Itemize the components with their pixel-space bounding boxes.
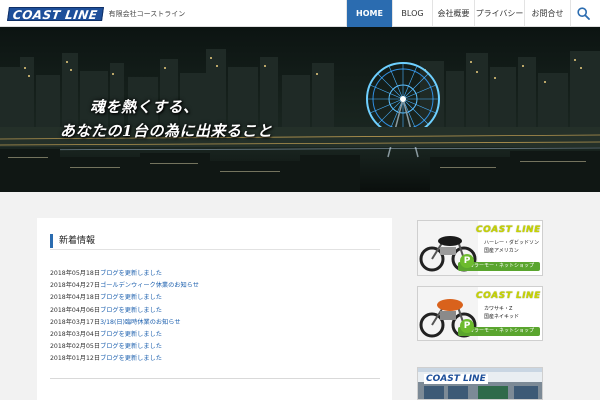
- news-date: 2018年03月04日: [50, 330, 101, 338]
- banner-title: COAST LINE: [476, 291, 541, 301]
- company-name: 有限会社コーストライン: [108, 9, 186, 18]
- site-logo[interactable]: COAST LINE 有限会社コーストライン: [7, 5, 186, 22]
- site-header: COAST LINE 有限会社コーストライン HOME BLOG 会社概要 プラ…: [0, 0, 600, 27]
- banner-title: COAST LINE: [476, 225, 541, 235]
- news-link[interactable]: ブログを更新しました: [100, 355, 162, 362]
- shop-photo-banner[interactable]: COAST LINE: [417, 367, 543, 400]
- logo-mark: COAST LINE: [7, 6, 104, 22]
- news-date: 2018年04月18日: [50, 294, 101, 302]
- shop-sign: COAST LINE: [424, 374, 488, 384]
- news-item: 2018年04月06日ブログを更新しました: [50, 305, 380, 317]
- section-divider: [50, 249, 380, 250]
- news-item: 2018年01月12日ブログを更新しました: [50, 353, 380, 365]
- nav-contact[interactable]: お問合せ: [524, 0, 570, 27]
- banner-subtitle: ハーレー・ダビッドソン: [484, 240, 540, 246]
- banner-subtitle: カワサキ・Z: [484, 306, 513, 312]
- news-date: 2018年03月17日: [50, 318, 101, 326]
- news-item: 2018年04月18日ブログを更新しました: [50, 292, 380, 304]
- nav-home[interactable]: HOME: [346, 0, 392, 27]
- hero-tagline-1: 魂を熱くする、: [90, 98, 199, 116]
- news-date: 2018年02月05日: [50, 343, 101, 351]
- hero-banner: 魂を熱くする、 あなたの1台の為に出来ること: [0, 27, 600, 192]
- news-link[interactable]: ブログを更新しました: [100, 307, 162, 314]
- section-divider: [50, 378, 380, 379]
- parking-icon: P: [460, 319, 474, 333]
- news-list: 2018年05月18日ブログを更新しました 2018年04月27日ゴールデンウィ…: [50, 268, 380, 366]
- search-icon: [577, 7, 590, 20]
- storefront-image: [418, 368, 542, 399]
- news-section: 新着情報 2018年05月18日ブログを更新しました 2018年04月27日ゴー…: [37, 218, 392, 400]
- news-link[interactable]: ブログを更新しました: [100, 294, 162, 301]
- news-link[interactable]: ブログを更新しました: [100, 331, 162, 338]
- news-section-title: 新着情報: [50, 234, 380, 248]
- nav-blog[interactable]: BLOG: [392, 0, 432, 27]
- news-item: 2018年03月04日ブログを更新しました: [50, 329, 380, 341]
- news-date: 2018年04月06日: [50, 306, 101, 314]
- news-date: 2018年05月18日: [50, 270, 101, 277]
- main-nav: HOME BLOG 会社概要 プライバシー お問合せ: [346, 0, 596, 27]
- news-item: 2018年02月05日ブログを更新しました: [50, 341, 380, 353]
- news-date: 2018年04月27日: [50, 282, 101, 290]
- banner-subtitle: 国産ネイキッド: [484, 314, 520, 320]
- news-item: 2018年04月27日ゴールデンウィーク休業のお知らせ: [50, 280, 380, 292]
- nav-company[interactable]: 会社概要: [432, 0, 474, 27]
- nav-privacy[interactable]: プライバシー: [474, 0, 524, 27]
- news-link[interactable]: ブログを更新しました: [100, 343, 162, 350]
- banner-subtitle: 国産アメリカン: [484, 248, 519, 254]
- news-link[interactable]: 3/18(日)臨時休業のお知らせ: [100, 319, 180, 326]
- news-link[interactable]: ゴールデンウィーク休業のお知らせ: [100, 282, 199, 289]
- news-item: 2018年03月17日3/18(日)臨時休業のお知らせ: [50, 317, 380, 329]
- news-date: 2018年01月12日: [50, 355, 101, 363]
- search-button[interactable]: [570, 0, 596, 27]
- harley-shop-banner[interactable]: COAST LINE ハーレー・ダビッドソン 国産アメリカン カラーモー・ネット…: [417, 220, 543, 276]
- parking-icon: P: [460, 254, 474, 268]
- news-link[interactable]: ブログを更新しました: [100, 270, 162, 277]
- kawasaki-shop-banner[interactable]: COAST LINE カワサキ・Z 国産ネイキッド カラーモー・ネットショップ …: [417, 286, 543, 341]
- news-item: 2018年05月18日ブログを更新しました: [50, 268, 380, 280]
- hero-tagline-2: あなたの1台の為に出来ること: [60, 122, 273, 140]
